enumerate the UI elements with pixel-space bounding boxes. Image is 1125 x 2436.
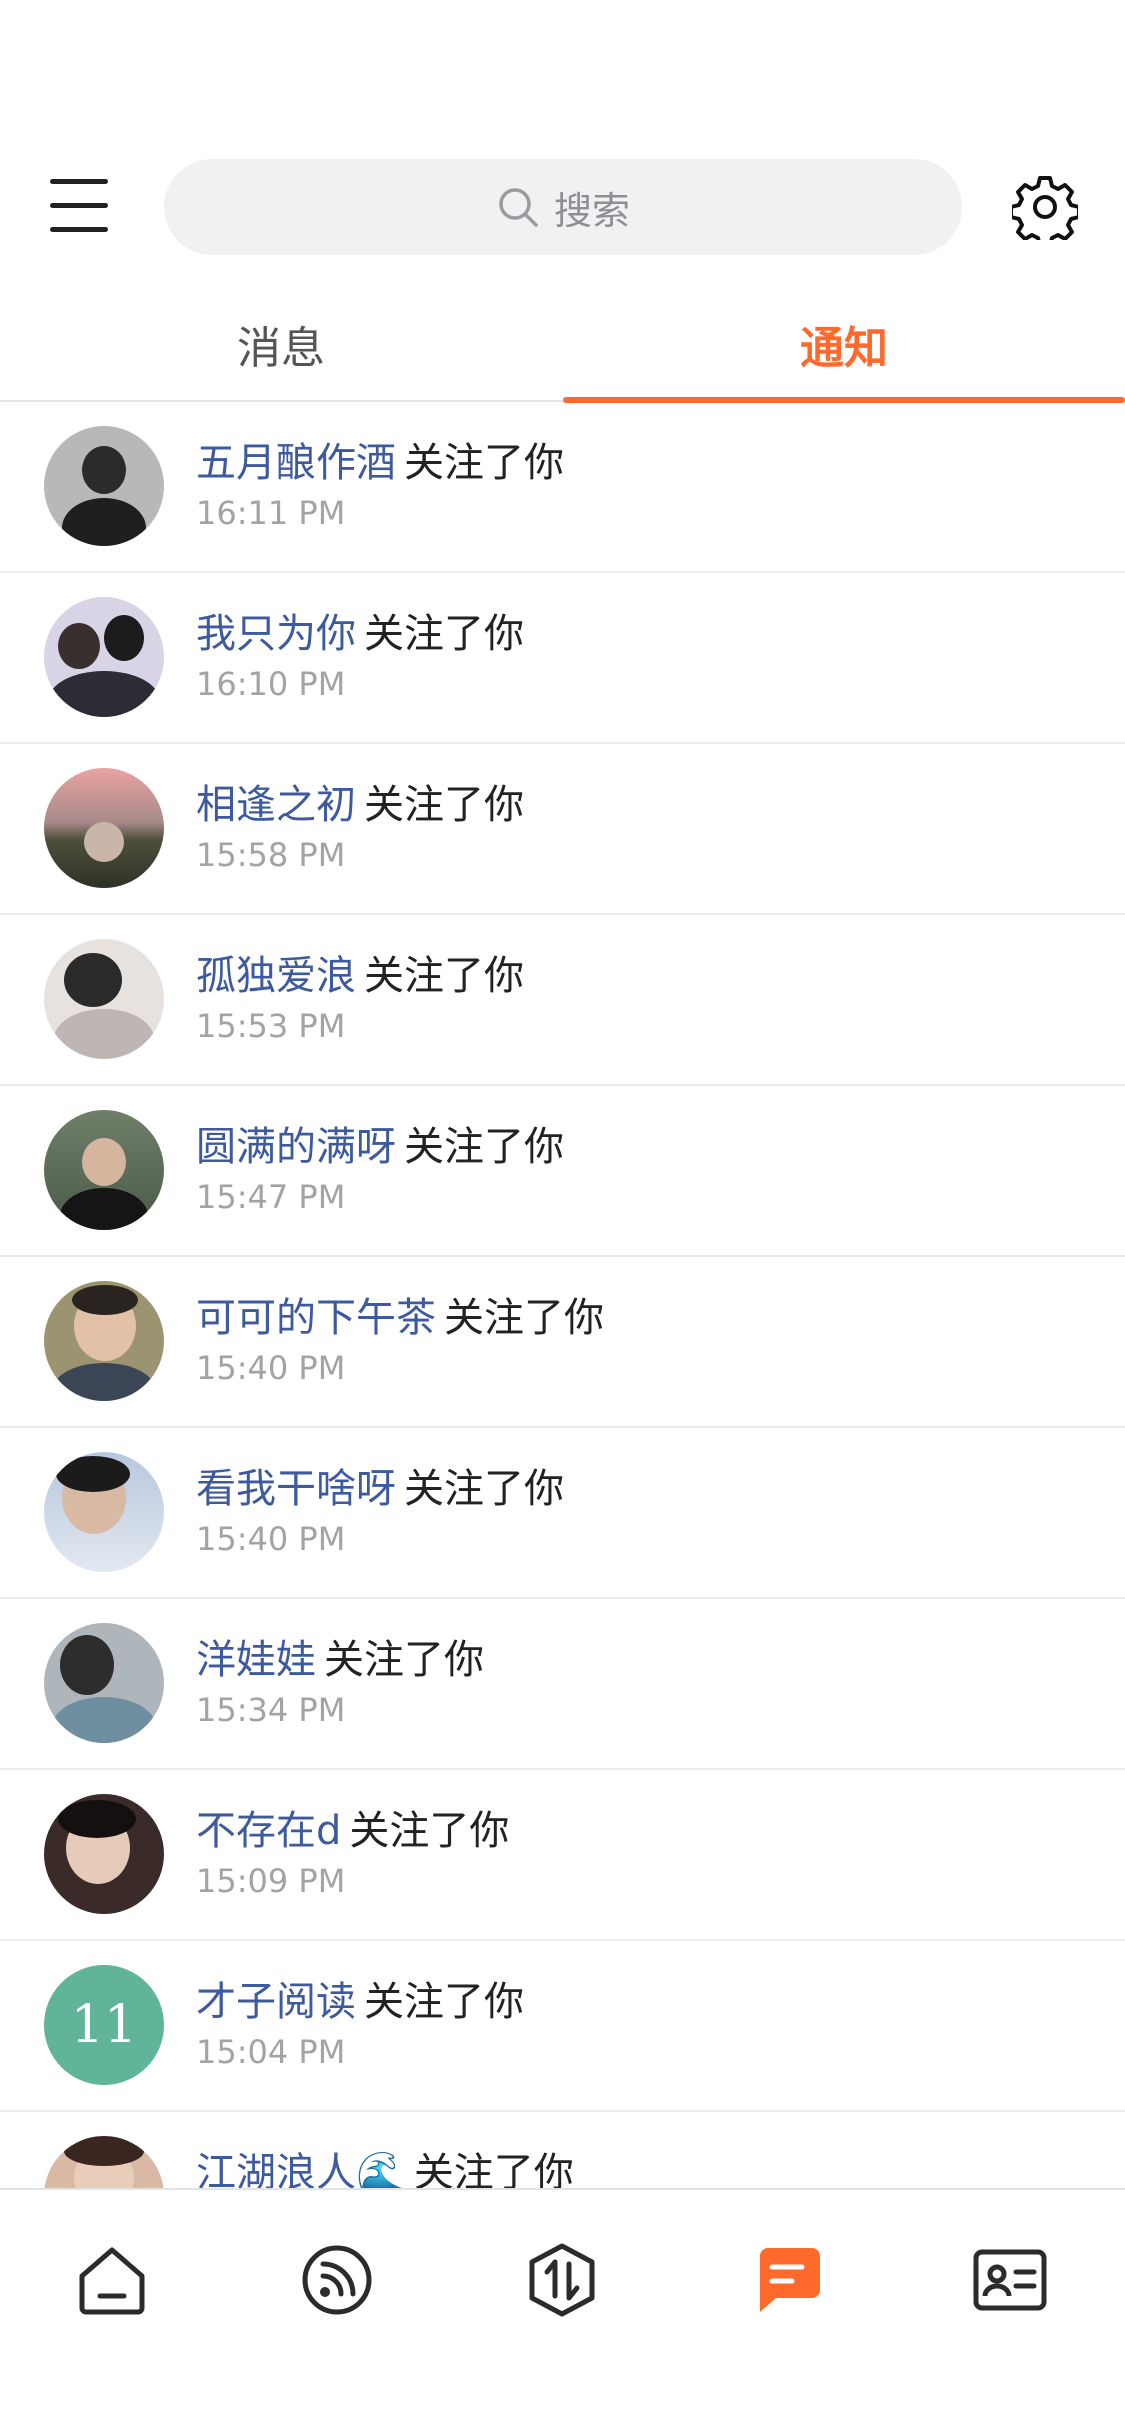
username[interactable]: 我只为你 [196, 611, 356, 657]
avatar [44, 1623, 164, 1743]
top-bar: 搜索 [0, 159, 1125, 255]
username[interactable]: 五月酿作酒 [196, 440, 396, 486]
list-item[interactable]: 五月酿作酒 关注了你 16:11 PM [0, 402, 1125, 573]
action-text: 关注了你 [324, 1637, 484, 1683]
list-item[interactable]: 可可的下午茶 关注了你 15:40 PM [0, 1257, 1125, 1428]
timestamp: 16:11 PM [196, 494, 346, 532]
list-item[interactable]: 看我干啥呀 关注了你 15:40 PM [0, 1428, 1125, 1599]
gear-icon[interactable] [1012, 174, 1078, 240]
action-text: 关注了你 [404, 1124, 564, 1170]
timestamp: 15:53 PM [196, 1007, 346, 1045]
username[interactable]: 圆满的满呀 [196, 1124, 396, 1170]
list-item[interactable]: 11 才子阅读 关注了你 15:04 PM [0, 1941, 1125, 2112]
list-item[interactable]: 江湖浪人🌊 关注了你 [0, 2112, 1125, 2188]
search-input[interactable]: 搜索 [164, 159, 962, 255]
profile-card-icon[interactable] [970, 2240, 1050, 2320]
avatar [44, 939, 164, 1059]
avatar [44, 1110, 164, 1230]
status-bar [0, 0, 1125, 150]
list-item[interactable]: 孤独爱浪 关注了你 15:53 PM [0, 915, 1125, 1086]
action-text: 关注了你 [444, 1295, 604, 1341]
tab-bar: 消息 通知 [0, 296, 1125, 403]
notification-list: 五月酿作酒 关注了你 16:11 PM 我只为你 关注了你 16:10 PM 相逢之… [0, 402, 1125, 2188]
username[interactable]: 看我干啥呀 [196, 1466, 396, 1512]
avatar [44, 768, 164, 888]
timestamp: 15:40 PM [196, 1349, 346, 1387]
timestamp: 16:10 PM [196, 665, 346, 703]
username[interactable]: 才子阅读 [196, 1979, 356, 2025]
avatar [44, 1281, 164, 1401]
chat-icon[interactable] [746, 2240, 826, 2320]
bottom-nav [0, 2188, 1125, 2436]
home-icon[interactable] [72, 2240, 152, 2320]
username[interactable]: 可可的下午茶 [196, 1295, 436, 1341]
action-text: 关注了你 [349, 1808, 510, 1854]
tab-notifications[interactable]: 通知 [563, 296, 1125, 402]
avatar [44, 1794, 164, 1914]
timestamp: 15:58 PM [196, 836, 346, 874]
menu-icon[interactable] [48, 177, 112, 237]
list-item[interactable]: 洋娃娃 关注了你 15:34 PM [0, 1599, 1125, 1770]
search-placeholder: 搜索 [553, 188, 630, 233]
avatar [44, 597, 164, 717]
timestamp: 15:47 PM [196, 1178, 346, 1216]
list-item[interactable]: 圆满的满呀 关注了你 15:47 PM [0, 1086, 1125, 1257]
avatar [44, 426, 164, 546]
action-text: 关注了你 [404, 440, 564, 486]
search-icon [499, 188, 538, 227]
tab-messages[interactable]: 消息 [0, 296, 562, 402]
username[interactable]: 相逢之初 [196, 782, 356, 828]
avatar [44, 1452, 164, 1572]
exchange-icon[interactable] [522, 2240, 602, 2320]
list-item[interactable]: 我只为你 关注了你 16:10 PM [0, 573, 1125, 744]
timestamp: 15:40 PM [196, 1520, 346, 1558]
timestamp: 15:09 PM [196, 1862, 346, 1900]
username[interactable]: 洋娃娃 [196, 1637, 316, 1683]
list-item[interactable]: 相逢之初 关注了你 15:58 PM [0, 744, 1125, 915]
username[interactable]: 不存在d [196, 1808, 341, 1854]
action-text: 关注了你 [413, 2150, 574, 2188]
timestamp: 15:04 PM [196, 2033, 346, 2071]
action-text: 关注了你 [364, 782, 524, 828]
username[interactable]: 江湖浪人🌊 [196, 2150, 406, 2188]
avatar: 11 [44, 1965, 164, 2085]
action-text: 关注了你 [364, 953, 524, 999]
username[interactable]: 孤独爱浪 [196, 953, 356, 999]
timestamp: 15:34 PM [196, 1691, 346, 1729]
avatar [44, 2136, 164, 2188]
list-item[interactable]: 不存在d 关注了你 15:09 PM [0, 1770, 1125, 1941]
action-text: 关注了你 [364, 1979, 524, 2025]
action-text: 关注了你 [404, 1466, 564, 1512]
action-text: 关注了你 [364, 611, 524, 657]
feed-icon[interactable] [297, 2240, 377, 2320]
